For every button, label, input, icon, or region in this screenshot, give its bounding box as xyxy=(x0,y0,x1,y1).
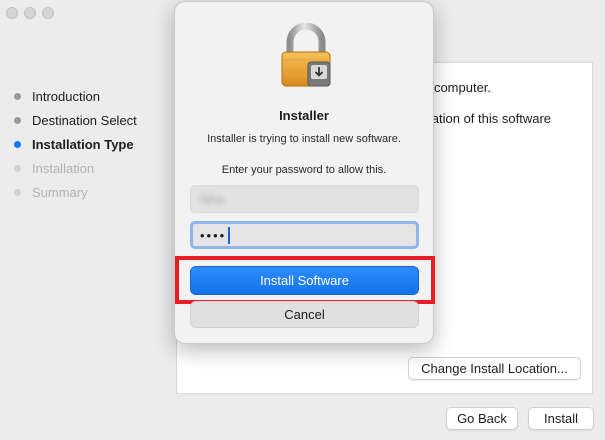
step-label: Introduction xyxy=(32,88,100,104)
dialog-title: Installer xyxy=(279,108,329,123)
minimize-window-button[interactable] xyxy=(24,7,36,19)
change-install-location-button[interactable]: Change Install Location... xyxy=(408,357,581,380)
step-label: Destination Select xyxy=(32,112,137,128)
content-text-line-1: r computer. xyxy=(426,80,492,95)
username-value: Nha xyxy=(200,191,224,207)
username-field[interactable]: Nha xyxy=(190,185,419,213)
installer-window: Introduction Destination Select Installa… xyxy=(0,0,605,440)
step-bullet-icon xyxy=(14,116,21,124)
step-bullet-icon xyxy=(14,164,21,172)
step-bullet-icon xyxy=(14,140,21,148)
cancel-button[interactable]: Cancel xyxy=(190,301,419,328)
password-mask: •••• xyxy=(200,227,227,243)
lock-icon xyxy=(281,22,331,87)
step-label: Installation xyxy=(32,160,95,176)
dialog-message: Installer is trying to install new softw… xyxy=(207,133,401,145)
install-software-button[interactable]: Install Software xyxy=(190,266,419,295)
content-text-line-2: llation of this software xyxy=(426,111,552,126)
step-bullet-icon xyxy=(14,188,21,196)
close-window-button[interactable] xyxy=(6,7,18,19)
step-bullet-icon xyxy=(14,92,21,100)
installer-steps-list: Introduction Destination Select Installa… xyxy=(14,84,137,204)
step-label: Summary xyxy=(32,184,88,200)
install-button[interactable]: Install xyxy=(528,407,594,430)
step-label: Installation Type xyxy=(32,136,134,152)
step-installation: Installation xyxy=(14,156,137,180)
go-back-button[interactable]: Go Back xyxy=(446,407,518,430)
authentication-dialog: Installer Installer is trying to install… xyxy=(174,1,435,344)
step-destination-select: Destination Select xyxy=(14,108,137,132)
dialog-prompt: Enter your password to allow this. xyxy=(221,164,387,176)
password-field[interactable]: •••• xyxy=(190,221,419,249)
step-installation-type: Installation Type xyxy=(14,132,137,156)
text-caret xyxy=(228,226,230,244)
zoom-window-button[interactable] xyxy=(42,7,54,19)
step-introduction: Introduction xyxy=(14,84,137,108)
step-summary: Summary xyxy=(14,180,137,204)
